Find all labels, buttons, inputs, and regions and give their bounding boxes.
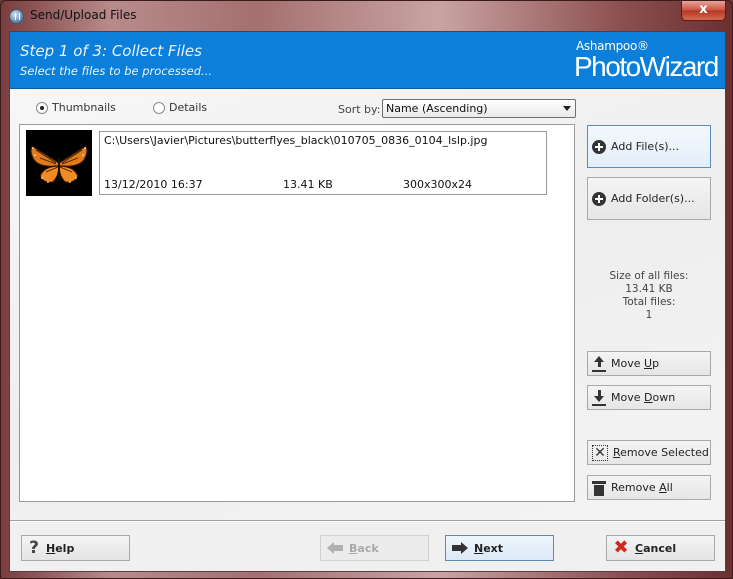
wizard-client: Step 1 of 3: Collect Files Select the fi…: [9, 31, 726, 572]
file-list[interactable]: C:\Users\Javier\Pictures\butterflyes_bla…: [19, 124, 575, 502]
move-up-button[interactable]: Move Up: [587, 351, 711, 376]
app-icon: [9, 9, 24, 24]
send-upload-window: Send/Upload Files x Step 1 of 3: Collect…: [0, 0, 733, 579]
radio-details-indicator[interactable]: [153, 101, 165, 114]
arrow-up-icon: [592, 355, 606, 372]
wizard-banner: Step 1 of 3: Collect Files Select the fi…: [10, 32, 725, 89]
radio-details[interactable]: Details: [153, 101, 207, 114]
remove-selected-label: Remove Selected: [613, 446, 709, 459]
next-button[interactable]: Next: [445, 535, 554, 561]
count-label: Total files:: [622, 296, 676, 308]
butterfly-icon: [26, 130, 92, 196]
remove-icon: ✕: [592, 444, 608, 461]
add-folders-label: Add Folder(s)...: [611, 192, 695, 205]
add-icon: [592, 191, 606, 206]
cancel-label: Cancel: [635, 541, 677, 555]
close-button[interactable]: x: [681, 1, 726, 21]
add-files-label: Add File(s)...: [611, 140, 680, 153]
arrow-right-icon: [452, 542, 468, 554]
sort-by-label: Sort by:: [338, 103, 381, 116]
help-icon: ?: [29, 538, 39, 558]
move-down-label: Move Down: [611, 391, 676, 404]
brand-product: PhotoWizard: [574, 51, 719, 82]
step-subtitle: Select the files to be processed...: [20, 64, 213, 78]
help-label: Help: [46, 541, 75, 555]
step-title: Step 1 of 3: Collect Files: [20, 42, 202, 60]
radio-thumbnails-indicator[interactable]: [36, 101, 48, 114]
size-label: Size of all files:: [609, 270, 689, 282]
move-up-label: Move Up: [611, 357, 660, 370]
remove-all-button[interactable]: Remove All: [587, 475, 711, 500]
footer-divider: [10, 520, 725, 522]
file-stats: Size of all files: 13.41 KB Total files:…: [587, 270, 711, 322]
help-button[interactable]: ? Help: [21, 535, 130, 561]
move-down-button[interactable]: Move Down: [587, 385, 711, 410]
sort-by-value: Name (Ascending): [386, 102, 488, 115]
back-label: Back: [349, 541, 379, 555]
file-path: C:\Users\Javier\Pictures\butterflyes_bla…: [104, 134, 488, 147]
file-date: 13/12/2010 16:37: [104, 178, 203, 191]
file-size: 13.41 KB: [283, 178, 333, 191]
next-label: Next: [474, 541, 504, 555]
trash-icon: [592, 480, 606, 496]
add-icon: [592, 139, 606, 154]
chevron-down-icon[interactable]: [563, 106, 571, 111]
window-title: Send/Upload Files: [30, 8, 137, 22]
back-button[interactable]: Back: [320, 535, 429, 561]
add-files-button[interactable]: Add File(s)...: [587, 125, 711, 168]
arrow-left-icon: [327, 542, 343, 554]
file-info-box: C:\Users\Javier\Pictures\butterflyes_bla…: [99, 131, 547, 195]
radio-details-label: Details: [169, 101, 208, 114]
count-value: 1: [645, 309, 653, 321]
remove-all-label: Remove All: [611, 481, 673, 494]
file-list-item[interactable]: C:\Users\Javier\Pictures\butterflyes_bla…: [26, 130, 548, 196]
cancel-button[interactable]: ✖ Cancel: [606, 535, 715, 561]
cancel-icon: ✖: [613, 537, 629, 558]
radio-thumbnails[interactable]: Thumbnails: [36, 101, 116, 114]
add-folders-button[interactable]: Add Folder(s)...: [587, 177, 711, 220]
content-area: Thumbnails Details Sort by: Name (Ascend…: [10, 90, 725, 520]
remove-selected-button[interactable]: ✕ Remove Selected: [587, 440, 711, 465]
arrow-down-icon: [592, 389, 606, 406]
size-value: 13.41 KB: [625, 283, 673, 295]
sort-by-dropdown[interactable]: Name (Ascending): [382, 99, 576, 118]
file-dimensions: 300x300x24: [403, 178, 473, 191]
title-bar[interactable]: Send/Upload Files x: [1, 1, 733, 31]
radio-thumbnails-label: Thumbnails: [52, 101, 116, 114]
